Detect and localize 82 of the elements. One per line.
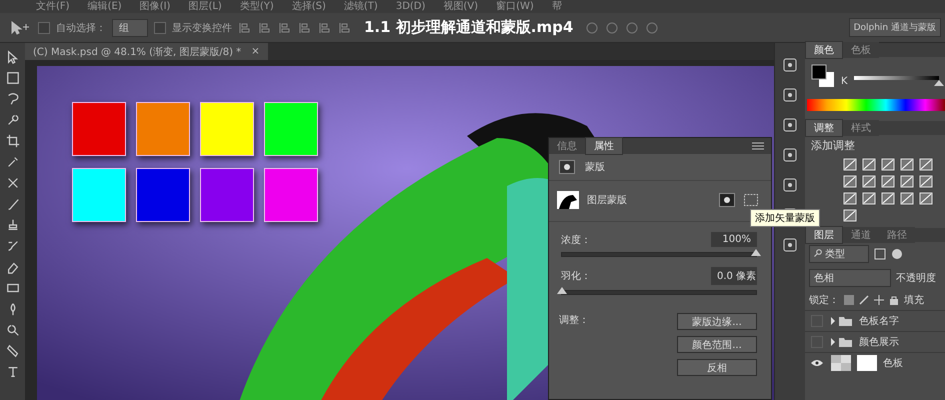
menu-item[interactable]: 类型(Y): [240, 0, 274, 12]
panel-menu-icon[interactable]: [751, 142, 765, 150]
workspace-button[interactable]: Dolphin 通道与蒙版: [848, 18, 941, 37]
adjust-button[interactable]: 颜色范围...: [677, 336, 757, 353]
menu-item[interactable]: 滤镜(T): [344, 0, 378, 12]
checkbox[interactable]: [38, 22, 50, 34]
layer-row[interactable]: 色板名字: [805, 310, 945, 331]
vector-mask-icon[interactable]: [743, 193, 759, 207]
menu-item[interactable]: 编辑(E): [88, 0, 122, 12]
panel-tab[interactable]: 属性: [585, 137, 623, 155]
brush-icon[interactable]: [859, 295, 869, 305]
value-field[interactable]: 100%: [711, 232, 757, 247]
slider-thumb[interactable]: [751, 249, 761, 256]
type-tool-icon[interactable]: [6, 364, 20, 380]
move-tool-icon[interactable]: [6, 49, 20, 65]
lock-icon[interactable]: [889, 295, 899, 305]
menu-item[interactable]: 图层(L): [188, 0, 222, 12]
menu-item[interactable]: 视图(V): [443, 0, 478, 12]
video-title: 1.1 初步理解通道和蒙版.mp4: [364, 18, 574, 37]
lock-label: 锁定：: [809, 294, 839, 307]
slider-label: 浓度：: [561, 234, 591, 246]
mask-thumbnail: [557, 191, 579, 209]
slider-thumb[interactable]: [934, 80, 944, 86]
adjust-label: 调整：: [559, 314, 590, 328]
filter-dropdown[interactable]: 类型: [809, 245, 869, 263]
panel-tab[interactable]: 颜色: [805, 41, 843, 59]
panel-tab[interactable]: 样式: [843, 120, 879, 136]
folder-icon[interactable]: [831, 316, 853, 326]
image-filter-icon[interactable]: [874, 248, 886, 260]
mask-thumbnail: [857, 355, 877, 371]
panel-tab[interactable]: 图层: [805, 226, 843, 244]
menu-item[interactable]: 图像(I): [140, 0, 170, 12]
eye-icon[interactable]: [811, 359, 823, 367]
panel-tab[interactable]: 通道: [843, 227, 879, 243]
align-icon[interactable]: [298, 20, 312, 34]
fill-label: 填充: [904, 294, 924, 307]
panel-tab[interactable]: 路径: [879, 227, 915, 243]
adjustment-filter-icon[interactable]: [891, 248, 903, 260]
auto-select-label: 自动选择：: [56, 22, 106, 34]
adjust-button[interactable]: 蒙版边缘...: [677, 313, 757, 330]
color-picker-icon[interactable]: [811, 64, 835, 88]
search-icon: [814, 249, 822, 257]
tooltip: 添加矢量蒙版: [750, 209, 820, 227]
blend-mode-dropdown[interactable]: 色相: [809, 269, 891, 287]
lasso-tool-icon[interactable]: [6, 91, 20, 107]
menu-item[interactable]: 文件(F): [36, 0, 70, 12]
value-field[interactable]: 0.0 像素: [711, 267, 757, 285]
transform-controls-label: 显示变换控件: [172, 22, 232, 34]
panel-tab[interactable]: 调整: [805, 119, 843, 137]
move-tool-icon[interactable]: [10, 20, 32, 34]
mask-name: 图层蒙版: [587, 194, 627, 207]
menu-item[interactable]: 3D(D): [396, 0, 426, 12]
layer-thumbnail: [831, 355, 851, 371]
align-icon[interactable]: [338, 20, 352, 34]
checkbox[interactable]: [154, 22, 166, 34]
adjust-button[interactable]: 反相: [677, 359, 757, 376]
channel-label: K: [841, 76, 848, 86]
stamp-tool-icon[interactable]: [6, 217, 20, 233]
crop-tool-icon[interactable]: [6, 133, 20, 149]
slider-thumb[interactable]: [557, 287, 567, 294]
slider-label: 羽化：: [561, 270, 591, 283]
layer-row[interactable]: 颜色展示: [805, 331, 945, 352]
panel-title: 添加调整: [810, 138, 856, 154]
align-icon[interactable]: [278, 20, 292, 34]
move-icon[interactable]: [874, 295, 884, 305]
menu-item[interactable]: 帮: [552, 0, 562, 12]
pixel-mask-icon[interactable]: [719, 193, 735, 207]
color-spectrum[interactable]: [807, 99, 945, 111]
opacity-label: 不透明度: [896, 272, 936, 285]
align-icon[interactable]: [318, 20, 332, 34]
folder-icon[interactable]: [831, 337, 853, 347]
align-icon[interactable]: [258, 20, 272, 34]
align-icon[interactable]: [238, 20, 252, 34]
document-tab[interactable]: (C) Mask.psd @ 48.1% (渐变, 图层蒙版/8) * ×: [25, 43, 268, 60]
menu-item[interactable]: 窗口(W): [496, 0, 534, 12]
auto-select-dropdown[interactable]: 组: [112, 18, 148, 36]
mask-icon: [559, 160, 575, 174]
section-title: 蒙版: [585, 160, 605, 174]
layer-row[interactable]: 色板: [805, 352, 945, 373]
panel-tab[interactable]: 色板: [843, 42, 879, 58]
marquee-tool-icon[interactable]: [6, 70, 20, 86]
menu-item[interactable]: 选择(S): [292, 0, 326, 12]
